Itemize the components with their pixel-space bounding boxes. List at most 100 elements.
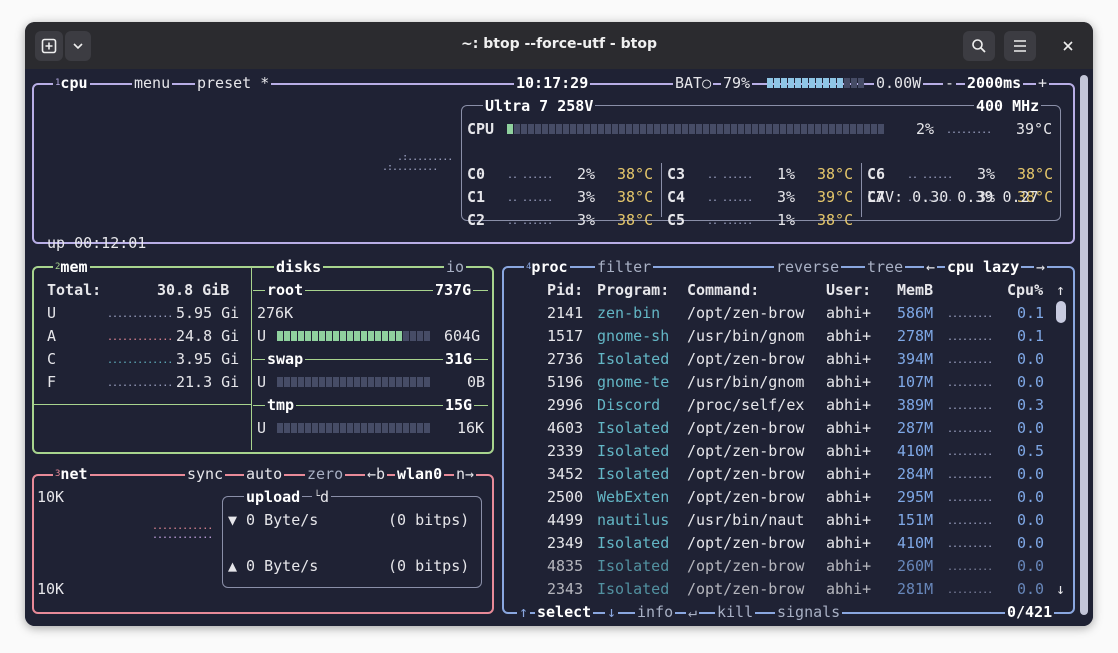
proc-program[interactable]: Isolated xyxy=(597,419,669,437)
proc-cpu[interactable]: 0.0 xyxy=(1017,534,1044,552)
proc-user[interactable]: abhi+ xyxy=(826,488,871,506)
proc-command[interactable]: /opt/zen-brow xyxy=(687,580,804,598)
proc-user[interactable]: abhi+ xyxy=(826,350,871,368)
proc-pid[interactable]: 5196 xyxy=(547,373,583,391)
proc-program[interactable]: Isolated xyxy=(597,442,669,460)
proc-user[interactable]: abhi+ xyxy=(826,442,871,460)
proc-pid[interactable]: 2500 xyxy=(547,488,583,506)
mem-tab[interactable]: 2mem xyxy=(53,258,90,276)
col-user[interactable]: User: xyxy=(826,281,871,299)
search-button[interactable] xyxy=(963,31,995,61)
proc-cpu[interactable]: 0.0 xyxy=(1017,350,1044,368)
proc-cpu[interactable]: 0.5 xyxy=(1017,442,1044,460)
col-mem[interactable]: MemB xyxy=(897,281,933,299)
net-sync[interactable]: sync xyxy=(185,465,226,483)
col-program[interactable]: Program: xyxy=(597,281,669,299)
proc-program[interactable]: gnome-sh xyxy=(597,327,669,345)
proc-pid[interactable]: 4603 xyxy=(547,419,583,437)
proc-user[interactable]: abhi+ xyxy=(826,396,871,414)
proc-reverse[interactable]: reverse xyxy=(774,258,842,276)
proc-pid[interactable]: 2141 xyxy=(547,304,583,322)
terminal-scrollbar[interactable] xyxy=(1080,75,1088,615)
proc-program[interactable]: Isolated xyxy=(597,350,669,368)
proc-command[interactable]: /opt/zen-brow xyxy=(687,304,804,322)
proc-command[interactable]: /opt/zen-brow xyxy=(687,534,804,552)
sort-mode[interactable]: cpu lazy xyxy=(945,258,1022,276)
proc-signals[interactable]: signals xyxy=(775,603,843,621)
proc-kill[interactable]: kill xyxy=(715,603,756,621)
col-pid[interactable]: Pid: xyxy=(547,281,583,299)
proc-program[interactable]: WebExten xyxy=(597,488,669,506)
proc-pid[interactable]: 1517 xyxy=(547,327,583,345)
proc-program[interactable]: nautilus xyxy=(597,511,669,529)
proc-mem[interactable]: 295M xyxy=(897,488,933,506)
proc-pid[interactable]: 2339 xyxy=(547,442,583,460)
proc-user[interactable]: abhi+ xyxy=(826,304,871,322)
net-zero[interactable]: zero xyxy=(305,465,346,483)
proc-mem[interactable]: 394M xyxy=(897,350,933,368)
proc-cpu[interactable]: 0.1 xyxy=(1017,304,1044,322)
proc-user[interactable]: abhi+ xyxy=(826,557,871,575)
proc-user[interactable]: abhi+ xyxy=(826,511,871,529)
proc-cpu[interactable]: 0.0 xyxy=(1017,580,1044,598)
sort-next[interactable]: → xyxy=(1034,258,1048,276)
proc-cpu[interactable]: 0.0 xyxy=(1017,511,1044,529)
proc-cpu[interactable]: 0.3 xyxy=(1017,396,1044,414)
net-next-iface[interactable]: n→ xyxy=(454,465,477,483)
proc-cpu[interactable]: 0.0 xyxy=(1017,373,1044,391)
proc-mem[interactable]: 107M xyxy=(897,373,933,391)
proc-mem[interactable]: 284M xyxy=(897,465,933,483)
proc-cpu[interactable]: 0.0 xyxy=(1017,419,1044,437)
proc-command[interactable]: /opt/zen-brow xyxy=(687,419,804,437)
proc-command[interactable]: /usr/bin/naut xyxy=(687,511,804,529)
proc-pid[interactable]: 2343 xyxy=(547,580,583,598)
proc-pid[interactable]: 2996 xyxy=(547,396,583,414)
sort-prev[interactable]: ← xyxy=(924,258,938,276)
proc-mem[interactable]: 278M xyxy=(897,327,933,345)
proc-user[interactable]: abhi+ xyxy=(826,373,871,391)
proc-program[interactable]: Isolated xyxy=(597,557,669,575)
proc-mem[interactable]: 410M xyxy=(897,442,933,460)
proc-command[interactable]: /opt/zen-brow xyxy=(687,350,804,368)
net-auto[interactable]: auto xyxy=(244,465,285,483)
io-toggle[interactable]: io xyxy=(444,258,467,276)
disks-tab[interactable]: disks xyxy=(274,258,324,276)
proc-tab[interactable]: 4proc xyxy=(524,258,570,276)
proc-cpu[interactable]: 0.0 xyxy=(1017,488,1044,506)
proc-program[interactable]: gnome-te xyxy=(597,373,669,391)
proc-user[interactable]: abhi+ xyxy=(826,580,871,598)
proc-mem[interactable]: 151M xyxy=(897,511,933,529)
net-prev-iface[interactable]: ←b xyxy=(365,465,388,483)
proc-command[interactable]: /usr/bin/gnom xyxy=(687,327,804,345)
cpu-tab[interactable]: 1cpu xyxy=(53,74,90,92)
proc-program[interactable]: Isolated xyxy=(597,534,669,552)
interval-decrease[interactable]: - xyxy=(943,74,957,92)
proc-user[interactable]: abhi+ xyxy=(826,465,871,483)
proc-pid[interactable]: 2736 xyxy=(547,350,583,368)
proc-program[interactable]: zen-bin xyxy=(597,304,660,322)
proc-pid[interactable]: 2349 xyxy=(547,534,583,552)
proc-command[interactable]: /opt/zen-brow xyxy=(687,488,804,506)
proc-command[interactable]: /opt/zen-brow xyxy=(687,442,804,460)
proc-scrollbar-thumb[interactable] xyxy=(1056,301,1066,323)
proc-pid[interactable]: 4499 xyxy=(547,511,583,529)
proc-pid[interactable]: 3452 xyxy=(547,465,583,483)
proc-cpu[interactable]: 0.0 xyxy=(1017,465,1044,483)
scroll-up-arrow[interactable]: ↑ xyxy=(1056,281,1065,299)
proc-mem[interactable]: 260M xyxy=(897,557,933,575)
proc-program[interactable]: Isolated xyxy=(597,580,669,598)
main-menu-button[interactable] xyxy=(1004,31,1036,61)
proc-tree[interactable]: tree xyxy=(865,258,906,276)
scroll-down-arrow[interactable]: ↓ xyxy=(1056,580,1065,598)
proc-mem[interactable]: 287M xyxy=(897,419,933,437)
net-d-key[interactable]: └d xyxy=(312,488,332,506)
proc-mem[interactable]: 586M xyxy=(897,304,933,322)
proc-user[interactable]: abhi+ xyxy=(826,327,871,345)
proc-cpu[interactable]: 0.1 xyxy=(1017,327,1044,345)
proc-command[interactable]: /opt/zen-brow xyxy=(687,465,804,483)
proc-select[interactable]: select xyxy=(535,603,594,621)
preset-button[interactable]: preset * xyxy=(195,74,272,92)
proc-info[interactable]: info xyxy=(635,603,676,621)
col-cpu[interactable]: Cpu% xyxy=(1007,281,1043,299)
close-button[interactable] xyxy=(1053,31,1083,61)
